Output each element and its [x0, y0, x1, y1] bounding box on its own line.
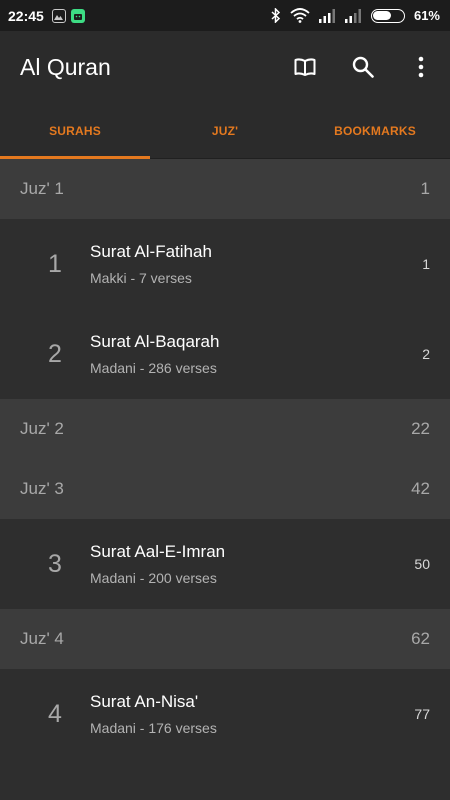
surah-page-number: 50: [414, 556, 430, 572]
surah-meta: Makki - 7 verses: [90, 270, 192, 286]
app-actions: [276, 43, 450, 91]
juz-label: Juz' 2: [20, 419, 64, 438]
app-bar: Al Quran: [0, 31, 450, 103]
overflow-menu-button[interactable]: [392, 43, 450, 91]
overflow-menu-icon: [418, 56, 424, 78]
jump-to-page-button[interactable]: [276, 43, 334, 91]
surah-list: Juz' 1 1 1 Surat Al-Fatihah Makki - 7 ve…: [0, 159, 450, 759]
tab-juz[interactable]: JUZ': [150, 103, 300, 158]
surah-number: 2: [48, 339, 62, 368]
surah-name: Surat Al-Baqarah: [90, 332, 220, 351]
app-title: Al Quran: [20, 53, 111, 80]
surah-meta: Madani - 176 verses: [90, 720, 217, 736]
juz-label: Juz' 3: [20, 479, 64, 498]
surah-name: Surat Aal-E-Imran: [90, 542, 226, 561]
juz-label: Juz' 1: [20, 179, 64, 198]
juz-page-number: 62: [411, 629, 430, 648]
surah-item[interactable]: 3 Surat Aal-E-Imran Madani - 200 verses …: [0, 519, 450, 609]
surah-number: 4: [48, 699, 62, 728]
juz-page-number: 42: [411, 479, 430, 498]
book-icon: [294, 58, 316, 76]
surah-name: Surat Al-Fatihah: [90, 242, 212, 261]
surah-item[interactable]: 4 Surat An-Nisa' Madani - 176 verses 77: [0, 669, 450, 759]
juz-header[interactable]: Juz' 3 42: [0, 459, 450, 519]
juz-page-number: 1: [420, 179, 430, 198]
surah-item[interactable]: 1 Surat Al-Fatihah Makki - 7 verses 1: [0, 219, 450, 309]
surah-item[interactable]: 2 Surat Al-Baqarah Madani - 286 verses 2: [0, 309, 450, 399]
battery-icon: [370, 8, 405, 23]
status-indicators: 61%: [271, 8, 440, 23]
wifi-icon: [290, 8, 310, 23]
surah-number: 3: [48, 549, 62, 578]
juz-header[interactable]: Juz' 1 1: [0, 159, 450, 219]
surah-meta: Madani - 200 verses: [90, 570, 217, 586]
tab-bookmarks[interactable]: BOOKMARKS: [300, 103, 450, 158]
juz-header[interactable]: Juz' 2 22: [0, 399, 450, 459]
surah-page-number: 1: [422, 256, 430, 272]
bluetooth-icon: [271, 8, 281, 23]
status-time: 22:45: [8, 7, 44, 24]
tab-surahs[interactable]: SURAHS: [0, 103, 150, 159]
signal-icon: [318, 8, 335, 23]
search-icon: [352, 56, 374, 78]
tab-bar: SURAHS JUZ' BOOKMARKS: [0, 103, 450, 159]
surah-number: 1: [48, 249, 62, 278]
juz-page-number: 22: [411, 419, 430, 438]
surah-meta: Madani - 286 verses: [90, 360, 217, 376]
signal-icon: [344, 8, 361, 23]
battery-percentage: 61%: [413, 8, 440, 23]
surah-page-number: 2: [422, 346, 430, 362]
status-bar: 22:45 61%: [0, 0, 450, 31]
search-button[interactable]: [334, 43, 392, 91]
gallery-icon: [51, 8, 66, 23]
android-icon: [70, 8, 85, 23]
surah-name: Surat An-Nisa': [90, 692, 199, 711]
juz-header[interactable]: Juz' 4 62: [0, 609, 450, 669]
surah-page-number: 77: [414, 706, 430, 722]
juz-label: Juz' 4: [20, 629, 64, 648]
